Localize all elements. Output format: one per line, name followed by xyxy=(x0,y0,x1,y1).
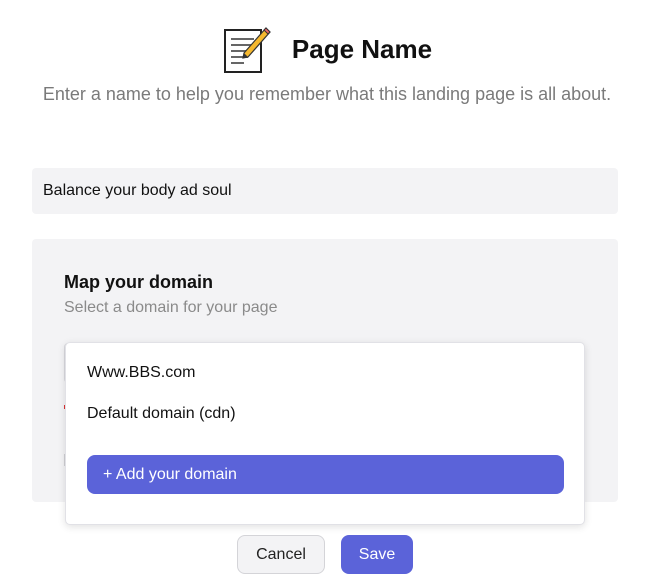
page-title: Page Name xyxy=(291,33,433,64)
domain-option-bbs[interactable]: Www.BBS.com xyxy=(87,364,195,382)
dialog-header: Page Name xyxy=(0,24,654,74)
domain-section-subtitle: Select a domain for your page xyxy=(64,299,278,316)
domain-option-default[interactable]: Default domain (cdn) xyxy=(87,405,236,423)
page-name-input[interactable] xyxy=(32,168,618,214)
domain-section-title: Map your domain xyxy=(64,272,214,292)
add-domain-button[interactable]: + Add your domain xyxy=(87,455,564,494)
page-name-dialog: Page Name Enter a name to help you remem… xyxy=(0,0,654,588)
memo-pencil-icon xyxy=(223,27,271,73)
save-button[interactable]: Save xyxy=(341,535,413,574)
cancel-button[interactable]: Cancel xyxy=(237,535,325,574)
page-subtitle: Enter a name to help you remember what t… xyxy=(42,84,612,104)
domain-dropdown-menu: Www.BBS.com Default domain (cdn) + Add y… xyxy=(65,342,585,525)
